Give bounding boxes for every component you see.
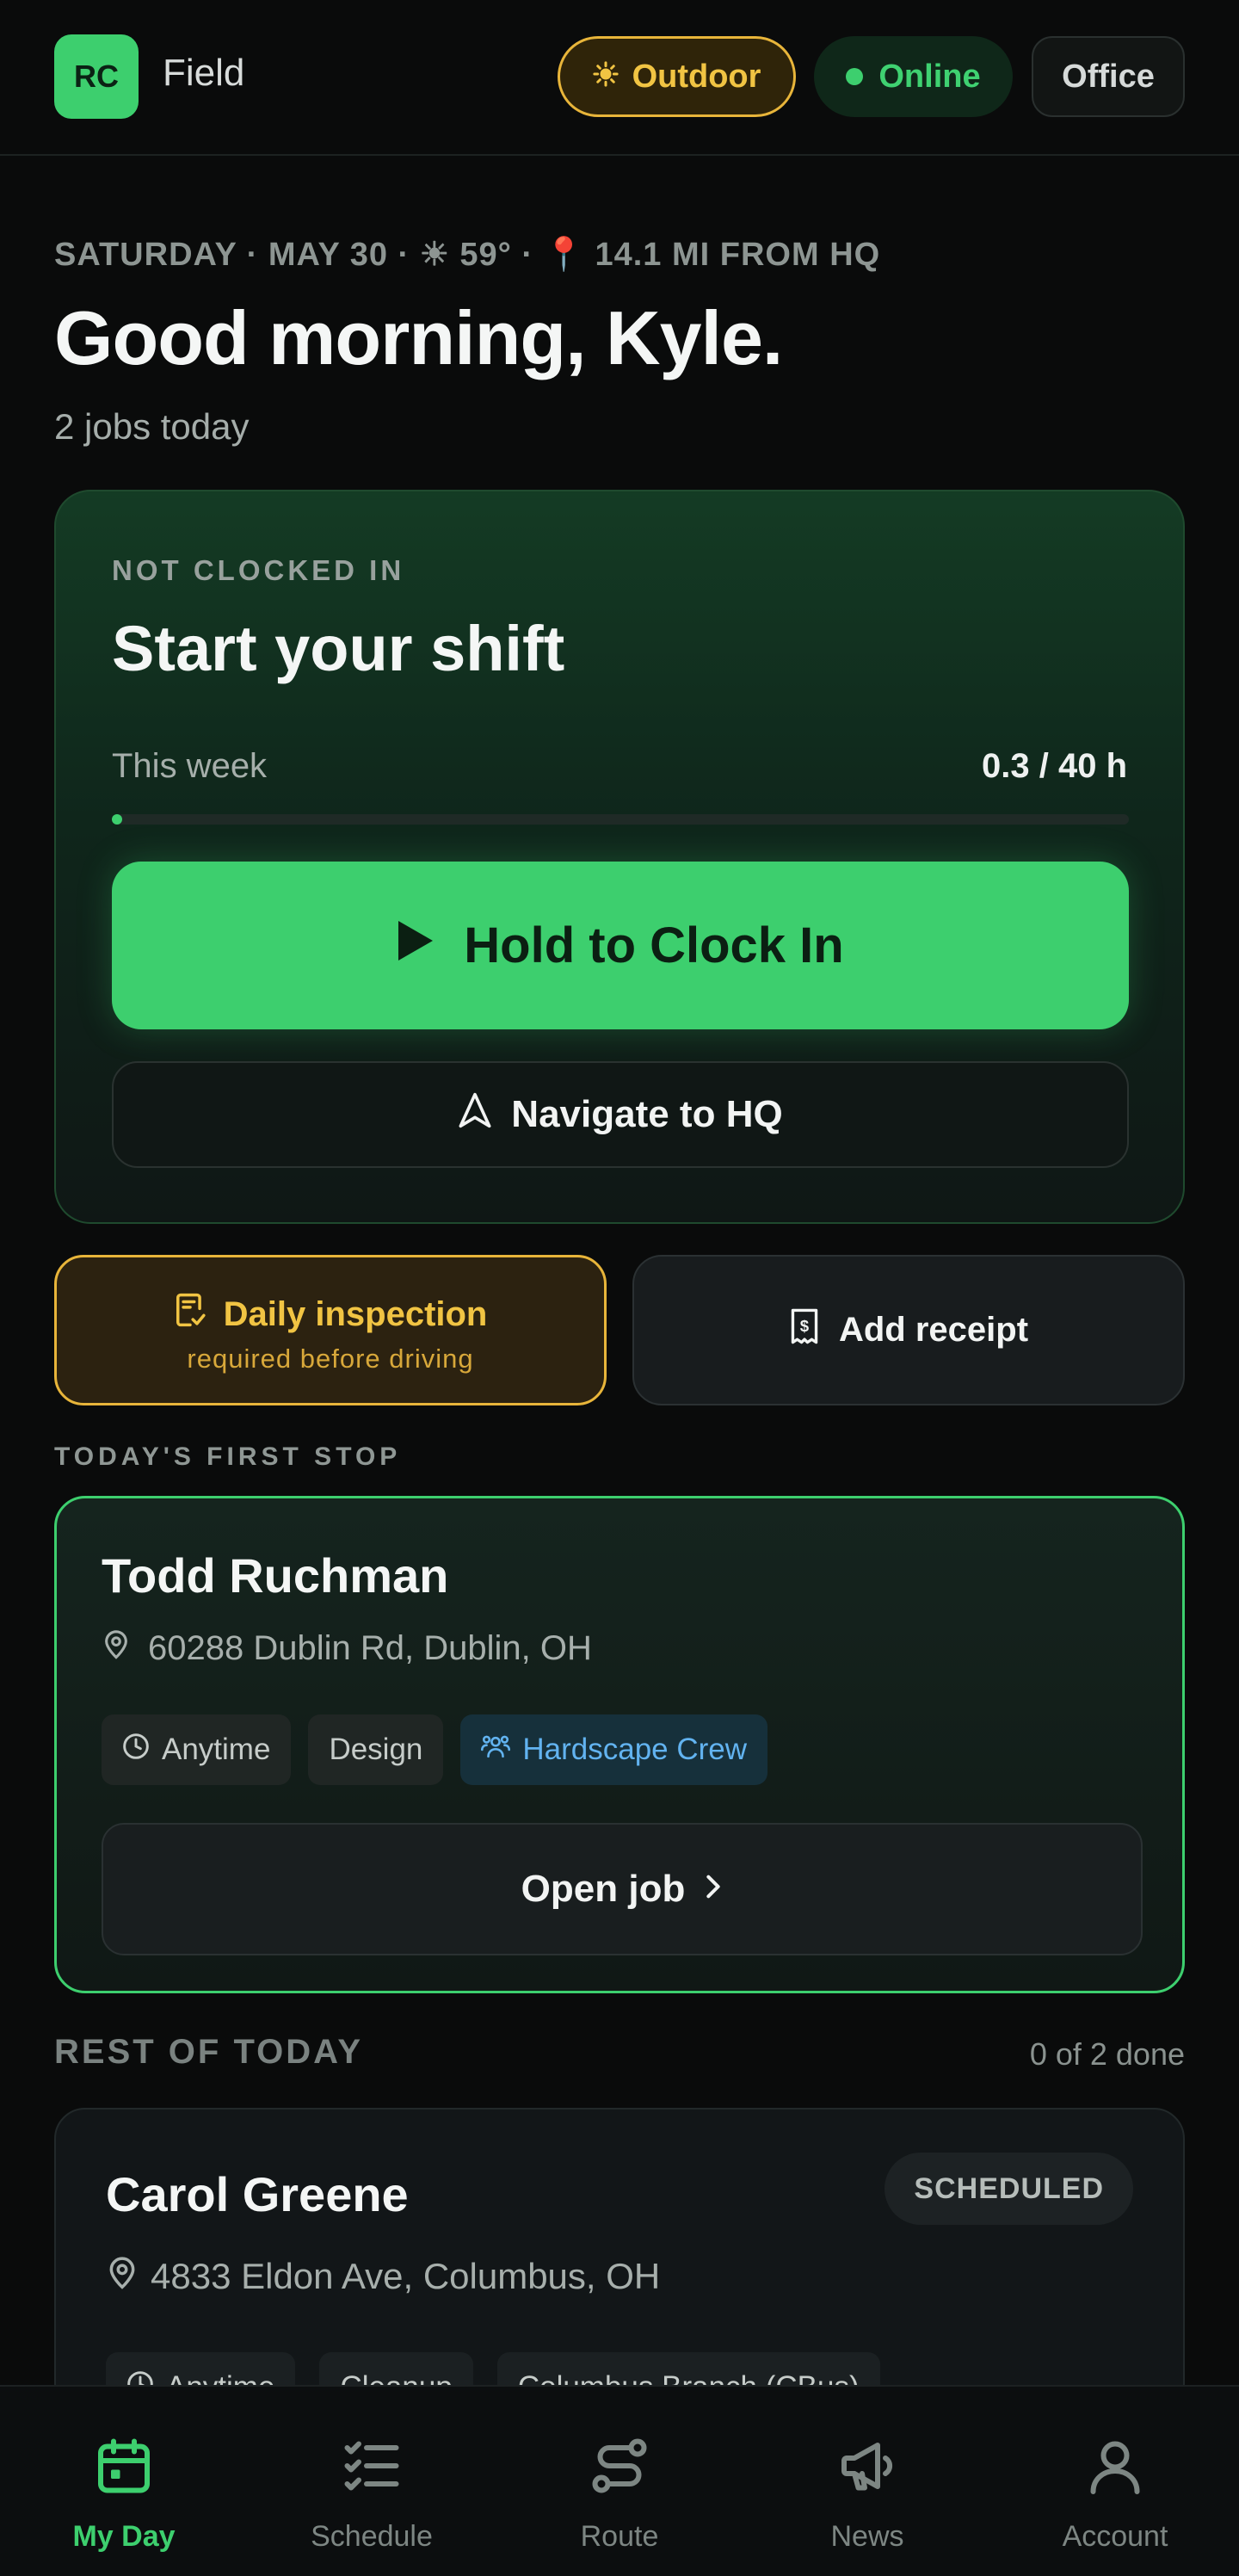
time-window-chip: Anytime bbox=[102, 1714, 292, 1785]
job-address-row: 4833 Eldon Ave, Columbus, OH bbox=[106, 2254, 660, 2299]
first-stop-address: 60288 Dublin Rd, Dublin, OH bbox=[148, 1628, 592, 1667]
user-icon bbox=[1084, 2435, 1146, 2501]
office-button[interactable]: Office bbox=[1032, 36, 1185, 117]
app-header: RC Field Outdoor Online Office bbox=[0, 0, 1239, 156]
sun-icon bbox=[592, 59, 619, 96]
greeting-headline: Good morning, Kyle. bbox=[54, 295, 783, 380]
job-status-label: SCHEDULED bbox=[914, 2171, 1104, 2205]
clock-in-button[interactable]: Hold to Clock In bbox=[112, 862, 1129, 1029]
navigate-to-hq-button[interactable]: Navigate to HQ bbox=[112, 1061, 1129, 1168]
inspection-checklist-icon bbox=[174, 1292, 206, 1337]
jobs-count: 2 jobs today bbox=[54, 406, 250, 447]
chevron-right-icon bbox=[704, 1868, 723, 1911]
rest-of-today-section-label: REST OF TODAY bbox=[54, 2033, 364, 2071]
play-icon bbox=[397, 917, 435, 974]
nav-label-route: Route bbox=[580, 2520, 659, 2553]
first-stop-customer-name: Todd Ruchman bbox=[102, 1548, 449, 1603]
week-hours-progress bbox=[112, 814, 1129, 825]
outdoor-mode-toggle[interactable]: Outdoor bbox=[558, 36, 796, 117]
clock-icon bbox=[122, 1733, 150, 1768]
nav-label-schedule: Schedule bbox=[311, 2520, 433, 2553]
clock-status: NOT CLOCKED IN bbox=[112, 554, 405, 586]
nav-item-route[interactable]: Route bbox=[496, 2387, 743, 2576]
job-customer-name: Carol Greene bbox=[106, 2167, 409, 2221]
open-job-button[interactable]: Open job bbox=[102, 1823, 1143, 1955]
rest-of-today-progress: 0 of 2 done bbox=[1029, 2036, 1185, 2072]
navigate-label: Navigate to HQ bbox=[511, 1093, 783, 1135]
receipt-icon: $ bbox=[789, 1307, 820, 1354]
first-stop-section-label: TODAY'S FIRST STOP bbox=[54, 1442, 402, 1471]
nav-item-account[interactable]: Account bbox=[991, 2387, 1239, 2576]
nav-item-news[interactable]: News bbox=[743, 2387, 991, 2576]
shift-card: NOT CLOCKED IN Start your shift This wee… bbox=[54, 490, 1185, 1224]
crew-chip: Hardscape Crew bbox=[460, 1714, 768, 1785]
location-pin-icon bbox=[106, 2254, 139, 2299]
add-receipt-button[interactable]: $ Add receipt bbox=[632, 1255, 1185, 1405]
open-job-label: Open job bbox=[521, 1868, 686, 1910]
job-address: 4833 Eldon Ave, Columbus, OH bbox=[151, 2256, 661, 2296]
nav-label-my-day: My Day bbox=[72, 2520, 176, 2553]
nav-label-news: News bbox=[830, 2520, 904, 2553]
job-type-chip: Design bbox=[308, 1714, 444, 1785]
inspection-subtitle: required before driving bbox=[187, 1344, 474, 1374]
brand-logo: RC bbox=[54, 34, 139, 119]
crew-icon bbox=[481, 1733, 511, 1768]
daily-inspection-button[interactable]: Daily inspection required before driving bbox=[54, 1255, 607, 1405]
first-stop-tags: Anytime Design Hardscape Crew bbox=[102, 1714, 768, 1785]
job-status-badge: SCHEDULED bbox=[885, 2153, 1133, 2225]
logo-initials: RC bbox=[74, 59, 119, 94]
shift-title: Start your shift bbox=[112, 613, 565, 684]
svg-text:$: $ bbox=[800, 1316, 810, 1334]
bottom-navigation: My Day Schedule Route News Account bbox=[0, 2385, 1239, 2576]
checklist-icon bbox=[341, 2435, 403, 2501]
online-status-label: Online bbox=[878, 58, 981, 95]
office-label: Office bbox=[1062, 58, 1155, 95]
megaphone-icon bbox=[836, 2435, 898, 2501]
dateline: SATURDAY · MAY 30 · ☀ 59° · 📍 14.1 MI FR… bbox=[54, 237, 881, 273]
add-receipt-label: Add receipt bbox=[838, 1311, 1029, 1349]
time-window-label: Anytime bbox=[162, 1733, 271, 1766]
navigation-arrow-icon bbox=[458, 1091, 492, 1139]
nav-label-account: Account bbox=[1062, 2520, 1168, 2553]
nav-item-schedule[interactable]: Schedule bbox=[248, 2387, 496, 2576]
online-status-badge[interactable]: Online bbox=[814, 36, 1013, 117]
inspection-title: Daily inspection bbox=[223, 1294, 488, 1333]
clock-in-label: Hold to Clock In bbox=[464, 917, 844, 973]
app-name: Field bbox=[163, 52, 245, 94]
calendar-icon bbox=[93, 2435, 155, 2501]
nav-item-my-day[interactable]: My Day bbox=[0, 2387, 248, 2576]
week-hours-label: This week bbox=[112, 747, 268, 785]
route-icon bbox=[589, 2435, 650, 2501]
outdoor-mode-label: Outdoor bbox=[632, 58, 761, 95]
job-type-label: Design bbox=[329, 1733, 423, 1766]
location-pin-icon bbox=[102, 1628, 131, 1669]
first-stop-address-row: 60288 Dublin Rd, Dublin, OH bbox=[102, 1628, 592, 1669]
first-stop-card[interactable]: Todd Ruchman 60288 Dublin Rd, Dublin, OH… bbox=[54, 1496, 1185, 1993]
crew-label: Hardscape Crew bbox=[522, 1733, 748, 1766]
week-hours-value: 0.3 / 40 h bbox=[982, 747, 1127, 785]
online-dot-icon bbox=[846, 68, 864, 85]
week-hours-progress-fill bbox=[112, 814, 122, 825]
